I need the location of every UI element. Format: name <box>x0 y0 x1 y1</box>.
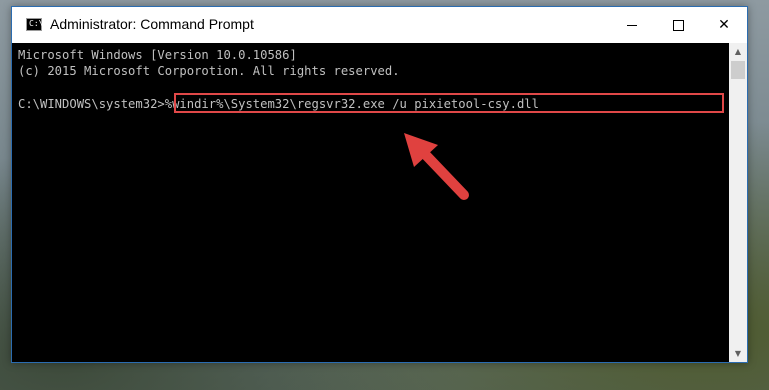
command-highlight-box <box>174 93 724 113</box>
annotation-arrow-icon <box>404 133 469 200</box>
scroll-down-button[interactable]: ▼ <box>729 345 747 362</box>
command-prompt-window: C:\ Administrator: Command Prompt ✕ Micr… <box>11 6 748 363</box>
close-icon: ✕ <box>718 17 730 33</box>
chevron-down-icon: ▼ <box>734 349 742 358</box>
window-title: Administrator: Command Prompt <box>50 16 254 32</box>
title-bar[interactable]: C:\ Administrator: Command Prompt ✕ <box>12 7 747 43</box>
close-button[interactable]: ✕ <box>701 7 747 43</box>
console-version-line: Microsoft Windows [Version 10.0.10586] <box>18 48 297 62</box>
console-copyright-line: (c) 2015 Microsoft Corporotion. All righ… <box>18 64 400 78</box>
maximize-button[interactable] <box>655 7 701 43</box>
maximize-icon <box>672 19 684 31</box>
chevron-up-icon: ▲ <box>734 47 742 56</box>
scroll-up-button[interactable]: ▲ <box>729 43 747 60</box>
minimize-icon <box>627 24 637 26</box>
cmd-icon: C:\ <box>26 18 43 31</box>
console-output[interactable]: Microsoft Windows [Version 10.0.10586] (… <box>12 43 729 362</box>
scrollbar-thumb[interactable] <box>731 61 745 79</box>
console-prompt: C:\WINDOWS\system32> <box>18 97 165 111</box>
minimize-button[interactable] <box>609 7 655 43</box>
vertical-scrollbar[interactable]: ▲ ▼ <box>729 43 747 362</box>
